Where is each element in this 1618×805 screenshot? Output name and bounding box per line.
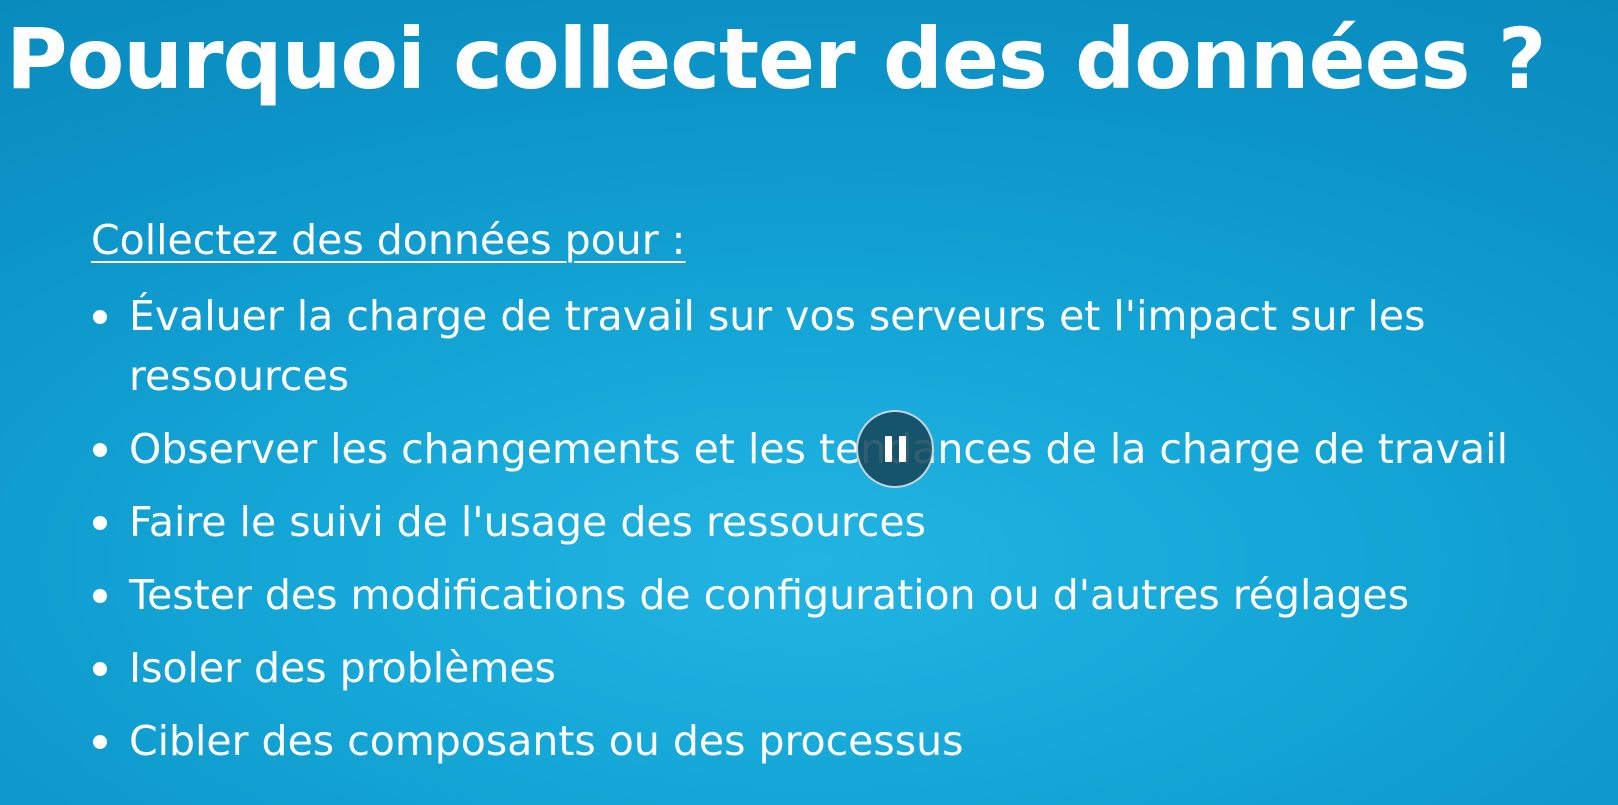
slide-title: Pourquoi collecter des données ?	[6, 10, 1547, 108]
video-slide[interactable]: Pourquoi collecter des données ? Collect…	[0, 0, 1618, 805]
list-item: Observer les changements et les tendance…	[91, 419, 1611, 479]
pause-icon	[884, 436, 906, 462]
pause-button[interactable]	[856, 410, 934, 488]
bullet-text: Faire le suivi de l'usage des ressources	[129, 498, 927, 546]
slide-subheading: Collectez des données pour :	[91, 216, 686, 264]
bullet-dot-icon	[93, 443, 107, 457]
bullet-dot-icon	[93, 516, 107, 530]
pause-bar-right	[898, 436, 906, 462]
bullet-dot-icon	[93, 310, 107, 324]
list-item: Tester des modifications de configuratio…	[91, 565, 1611, 625]
bullet-list: Évaluer la charge de travail sur vos ser…	[91, 286, 1611, 784]
bullet-dot-icon	[93, 589, 107, 603]
list-item: Isoler des problèmes	[91, 638, 1611, 698]
list-item: Faire le suivi de l'usage des ressources	[91, 492, 1611, 552]
bullet-text: Observer les changements et les tendance…	[129, 425, 1508, 473]
bullet-text: Isoler des problèmes	[129, 644, 556, 692]
list-item: Évaluer la charge de travail sur vos ser…	[91, 286, 1569, 406]
list-item: Cibler des composants ou des processus	[91, 711, 1611, 771]
pause-bar-left	[884, 436, 892, 462]
bullet-text: Évaluer la charge de travail sur vos ser…	[129, 292, 1426, 400]
bullet-dot-icon	[93, 735, 107, 749]
bullet-text: Cibler des composants ou des processus	[129, 717, 964, 765]
bullet-dot-icon	[93, 662, 107, 676]
bullet-text: Tester des modifications de configuratio…	[129, 571, 1410, 619]
